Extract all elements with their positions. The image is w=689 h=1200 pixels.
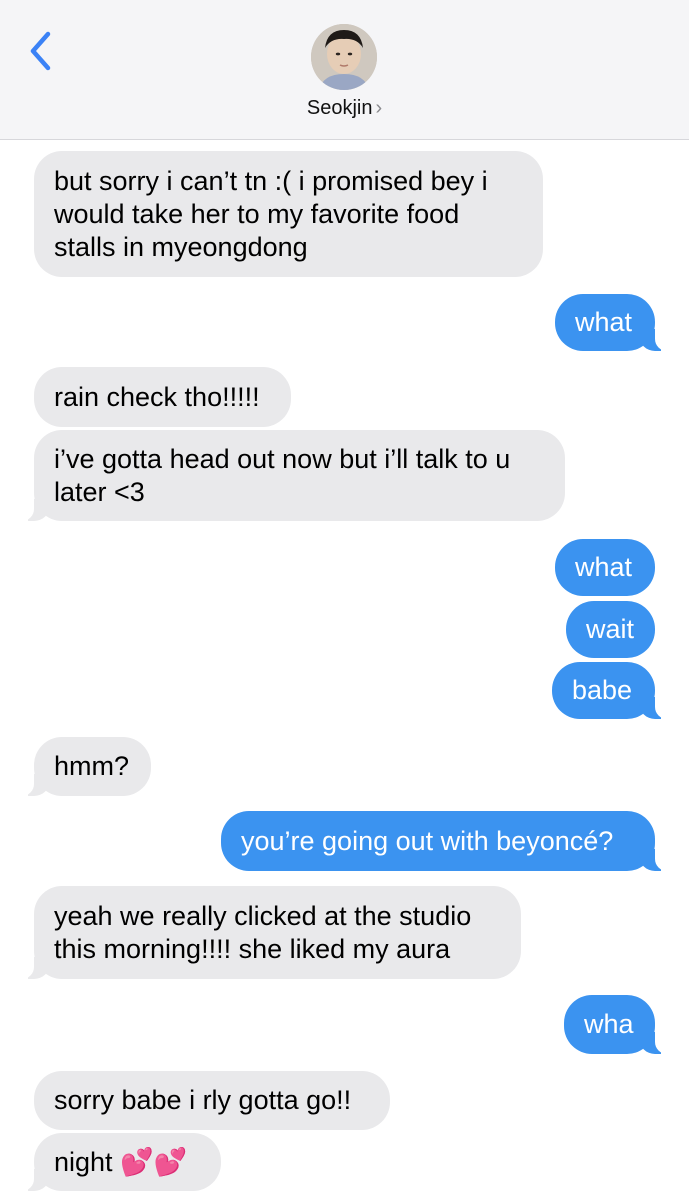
message-text: what bbox=[575, 307, 633, 337]
message-text: what bbox=[575, 552, 633, 582]
message-bubble-incoming[interactable]: i’ve gotta head out now but i’ll talk to… bbox=[22, 430, 565, 521]
message-bubble-incoming[interactable]: night 💕💕 bbox=[22, 1133, 221, 1191]
message-bubble-outgoing[interactable]: what bbox=[555, 294, 667, 351]
message-text: wha bbox=[584, 1009, 634, 1039]
message-thread: but sorry i can’t tn :( i promised bey i… bbox=[0, 0, 689, 1200]
message-text: you’re going out with beyoncé? bbox=[241, 825, 614, 856]
message-text: night 💕💕 bbox=[54, 1146, 188, 1177]
message-text: i’ve gotta head out now but i’ll talk to… bbox=[54, 443, 511, 507]
message-text: sorry babe i rly gotta go!! bbox=[54, 1085, 352, 1115]
message-bubble-outgoing[interactable]: you’re going out with beyoncé? bbox=[221, 811, 667, 871]
messages-app: Seokjin › but sorry i can’t tn :( i promi… bbox=[0, 0, 689, 1200]
message-bubble-outgoing[interactable]: wait bbox=[566, 601, 655, 658]
message-bubble-outgoing[interactable]: babe bbox=[552, 662, 667, 719]
message-text: yeah we really clicked at the studio thi… bbox=[54, 900, 472, 964]
message-bubble-incoming[interactable]: rain check tho!!!!! bbox=[34, 367, 291, 427]
message-bubble-outgoing[interactable]: what bbox=[555, 539, 655, 596]
message-text: but sorry i can’t tn :( i promised bey i… bbox=[54, 165, 488, 262]
message-text: wait bbox=[586, 614, 635, 644]
message-bubble-incoming[interactable]: hmm? bbox=[22, 737, 151, 796]
message-bubble-incoming[interactable]: sorry babe i rly gotta go!! bbox=[34, 1071, 390, 1130]
message-text: babe bbox=[572, 675, 633, 705]
message-bubble-incoming[interactable]: but sorry i can’t tn :( i promised bey i… bbox=[34, 151, 543, 277]
message-text: hmm? bbox=[54, 751, 130, 781]
message-bubble-incoming[interactable]: yeah we really clicked at the studio thi… bbox=[22, 886, 521, 979]
message-text: rain check tho!!!!! bbox=[54, 381, 260, 412]
message-bubble-outgoing[interactable]: wha bbox=[564, 995, 667, 1054]
